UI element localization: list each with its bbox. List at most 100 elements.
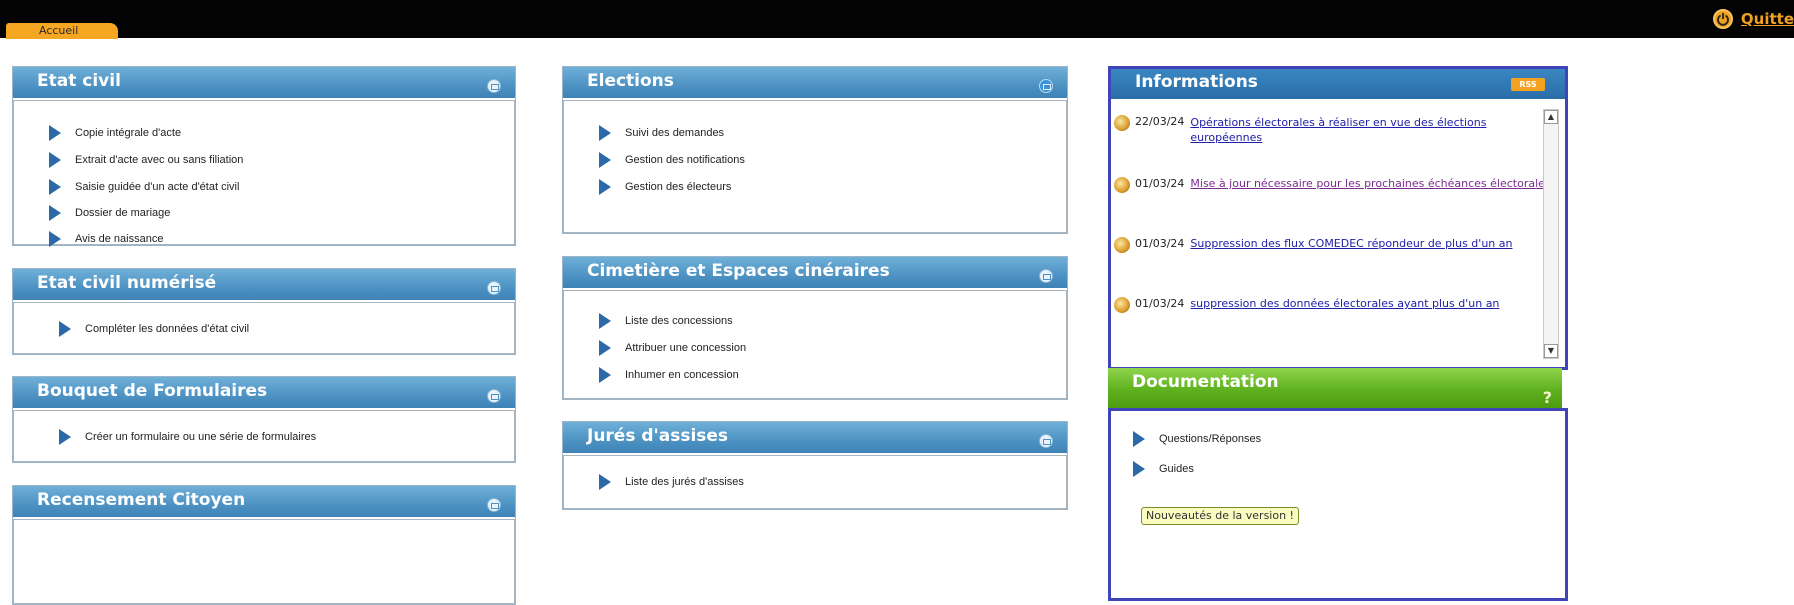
scrollbar[interactable]: ▲ ▼ bbox=[1543, 109, 1559, 359]
menu-item-label: Gestion des notifications bbox=[625, 154, 745, 166]
news-link[interactable]: Mise à jour nécessaire pour les prochain… bbox=[1190, 177, 1550, 190]
panel-bouquet-header: Bouquet de Formulaires bbox=[13, 377, 515, 408]
power-icon bbox=[1712, 9, 1733, 29]
scroll-up-icon[interactable]: ▲ bbox=[1544, 110, 1558, 124]
menu-item-completer-donnees[interactable]: Compléter les données d'état civil bbox=[59, 321, 249, 337]
tab-accueil-label: Accueil bbox=[39, 24, 79, 37]
news-icon bbox=[1114, 237, 1130, 253]
news-icon bbox=[1114, 297, 1130, 313]
arrow-icon bbox=[1133, 461, 1145, 477]
menu-item-liste-jures[interactable]: Liste des jurés d'assises bbox=[599, 474, 744, 490]
menu-item-label: Questions/Réponses bbox=[1159, 433, 1262, 445]
news-item: 22/03/24 Opérations électorales à réalis… bbox=[1114, 115, 1490, 145]
arrow-icon bbox=[599, 125, 611, 141]
panel-documentation-header: Documentation ? bbox=[1108, 368, 1562, 408]
top-bar: Accueil Quitte bbox=[0, 0, 1794, 39]
news-date: 01/03/24 bbox=[1135, 297, 1185, 310]
arrow-icon bbox=[599, 474, 611, 490]
panel-body: Copie intégrale d'acte Extrait d'acte av… bbox=[13, 100, 515, 247]
menu-item-liste-concessions[interactable]: Liste des concessions bbox=[599, 313, 733, 329]
arrow-icon bbox=[49, 125, 61, 141]
window-icon[interactable] bbox=[487, 281, 501, 295]
menu-item-questions-reponses[interactable]: Questions/Réponses bbox=[1133, 431, 1261, 447]
arrow-icon bbox=[49, 205, 61, 221]
tab-accueil[interactable]: Accueil bbox=[6, 23, 118, 39]
window-icon[interactable] bbox=[487, 79, 501, 93]
panel-bouquet-formulaires: Bouquet de Formulaires Créer un formulai… bbox=[12, 376, 516, 463]
quit-button[interactable]: Quitte bbox=[1712, 8, 1794, 30]
panel-title: Etat civil bbox=[37, 71, 121, 91]
news-link[interactable]: suppression des données électorales ayan… bbox=[1190, 297, 1499, 310]
menu-item-label: Créer un formulaire ou une série de form… bbox=[85, 431, 317, 443]
panel-body bbox=[13, 519, 515, 604]
menu-item-guides[interactable]: Guides bbox=[1133, 461, 1194, 477]
panel-jures-assises: Jurés d'assises Liste des jurés d'assise… bbox=[562, 421, 1068, 510]
panel-title: Informations bbox=[1135, 72, 1258, 92]
menu-item-copie-integrale[interactable]: Copie intégrale d'acte bbox=[49, 125, 181, 141]
menu-item-label: Avis de naissance bbox=[75, 233, 164, 245]
arrow-icon bbox=[59, 429, 71, 445]
menu-item-saisie-guidee[interactable]: Saisie guidée d'un acte d'état civil bbox=[49, 179, 239, 195]
panel-body: Liste des concessions Attribuer une conc… bbox=[563, 290, 1067, 399]
panel-body: Compléter les données d'état civil bbox=[13, 302, 515, 354]
new-version-button[interactable]: Nouveautés de la version ! bbox=[1141, 507, 1299, 525]
news-icon bbox=[1114, 115, 1130, 131]
panel-title: Recensement Citoyen bbox=[37, 490, 246, 510]
menu-item-extrait-acte[interactable]: Extrait d'acte avec ou sans filiation bbox=[49, 152, 243, 168]
menu-item-label: Dossier de mariage bbox=[75, 207, 171, 219]
panel-recensement-header: Recensement Citoyen bbox=[13, 486, 515, 517]
menu-item-creer-formulaire[interactable]: Créer un formulaire ou une série de form… bbox=[59, 429, 316, 445]
panel-informations: Informations RSS 22/03/24 Opérations éle… bbox=[1108, 66, 1568, 370]
panel-etat-civil-header: Etat civil bbox=[13, 67, 515, 98]
panel-etat-civil-numerise-header: Etat civil numérisé bbox=[13, 269, 515, 300]
menu-item-label: Attribuer une concession bbox=[625, 342, 747, 354]
arrow-icon bbox=[49, 231, 61, 247]
menu-item-label: Saisie guidée d'un acte d'état civil bbox=[75, 181, 240, 193]
panel-body: Liste des jurés d'assises bbox=[563, 455, 1067, 509]
panel-body: Suivi des demandes Gestion des notificat… bbox=[563, 100, 1067, 233]
panel-cimetiere-header: Cimetière et Espaces cinéraires bbox=[563, 257, 1067, 288]
panel-cimetiere: Cimetière et Espaces cinéraires Liste de… bbox=[562, 256, 1068, 400]
news-link[interactable]: Opérations électorales à réaliser en vue… bbox=[1190, 115, 1490, 145]
arrow-icon bbox=[599, 313, 611, 329]
panel-recensement-citoyen: Recensement Citoyen bbox=[12, 485, 516, 605]
menu-item-inhumer-concession[interactable]: Inhumer en concession bbox=[599, 367, 739, 383]
arrow-icon bbox=[49, 179, 61, 195]
window-icon[interactable] bbox=[487, 389, 501, 403]
news-item: 01/03/24 suppression des données élector… bbox=[1114, 297, 1499, 313]
menu-item-attribuer-concession[interactable]: Attribuer une concession bbox=[599, 340, 746, 356]
arrow-icon bbox=[599, 367, 611, 383]
menu-item-label: Liste des concessions bbox=[625, 315, 733, 327]
menu-item-label: Gestion des électeurs bbox=[625, 181, 732, 193]
panel-body: Créer un formulaire ou une série de form… bbox=[13, 410, 515, 462]
news-icon bbox=[1114, 177, 1130, 193]
panel-title: Bouquet de Formulaires bbox=[37, 381, 268, 401]
news-item: 01/03/24 Suppression des flux COMEDEC ré… bbox=[1114, 237, 1512, 253]
menu-item-suivi-demandes[interactable]: Suivi des demandes bbox=[599, 125, 724, 141]
news-date: 01/03/24 bbox=[1135, 237, 1185, 250]
menu-item-label: Extrait d'acte avec ou sans filiation bbox=[75, 154, 244, 166]
menu-item-gestion-electeurs[interactable]: Gestion des électeurs bbox=[599, 179, 731, 195]
menu-item-label: Suivi des demandes bbox=[625, 127, 725, 139]
help-icon[interactable]: ? bbox=[1543, 388, 1552, 407]
arrow-icon bbox=[1133, 431, 1145, 447]
panel-informations-header: Informations RSS bbox=[1111, 69, 1565, 99]
scroll-down-icon[interactable]: ▼ bbox=[1544, 344, 1558, 358]
panel-jures-header: Jurés d'assises bbox=[563, 422, 1067, 453]
rss-icon[interactable]: RSS bbox=[1511, 78, 1545, 91]
menu-item-label: Compléter les données d'état civil bbox=[85, 323, 250, 335]
news-link[interactable]: Suppression des flux COMEDEC répondeur d… bbox=[1190, 237, 1512, 250]
menu-item-dossier-mariage[interactable]: Dossier de mariage bbox=[49, 205, 170, 221]
arrow-icon bbox=[599, 152, 611, 168]
arrow-icon bbox=[59, 321, 71, 337]
window-icon[interactable] bbox=[1039, 434, 1053, 448]
window-icon[interactable] bbox=[487, 498, 501, 512]
window-icon[interactable] bbox=[1039, 79, 1053, 93]
menu-item-gestion-notifications[interactable]: Gestion des notifications bbox=[599, 152, 745, 168]
menu-item-avis-naissance[interactable]: Avis de naissance bbox=[49, 231, 163, 247]
menu-item-label: Copie intégrale d'acte bbox=[75, 127, 182, 139]
panel-documentation: Questions/Réponses Guides Nouveautés de … bbox=[1108, 408, 1568, 601]
panel-etat-civil: Etat civil Copie intégrale d'acte Extrai… bbox=[12, 66, 516, 247]
window-icon[interactable] bbox=[1039, 269, 1053, 283]
panel-title: Elections bbox=[587, 71, 674, 91]
